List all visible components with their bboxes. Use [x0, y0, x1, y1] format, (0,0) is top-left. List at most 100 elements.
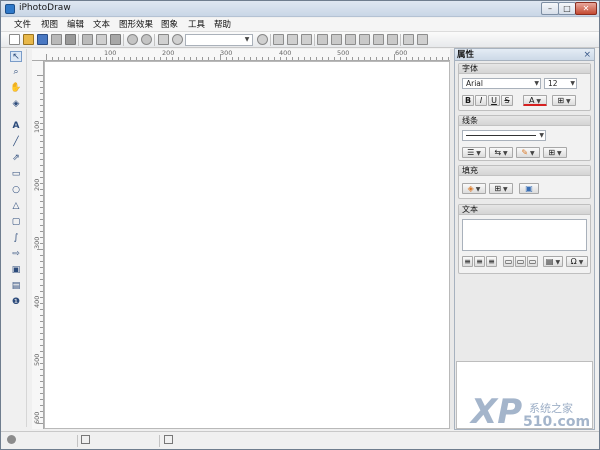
- line-style-select[interactable]: ▼: [462, 130, 546, 141]
- strikethrough-button[interactable]: S: [501, 95, 513, 106]
- text-align-center-button[interactable]: ≡: [474, 256, 485, 267]
- ruler-tick: [40, 147, 43, 148]
- paint-bucket-icon[interactable]: ◈: [10, 99, 22, 110]
- undo-icon[interactable]: [127, 34, 138, 45]
- zoom-tool-icon[interactable]: ⌕: [10, 67, 22, 78]
- select-arrow-icon[interactable]: ↖: [10, 51, 22, 62]
- pan-hand-icon[interactable]: ✋: [10, 83, 22, 94]
- menu-tools[interactable]: 工具: [188, 19, 205, 31]
- ruler-tick: [322, 57, 323, 60]
- underline-button[interactable]: U: [488, 95, 500, 106]
- fill-color-button[interactable]: ◈ ▼: [462, 183, 486, 194]
- zoom-combo[interactable]: ▼: [185, 34, 253, 46]
- group-icon[interactable]: [273, 34, 284, 45]
- ruler-tick: [40, 87, 43, 88]
- ruler-tick: [118, 57, 119, 60]
- text-color-letter: A: [528, 96, 535, 105]
- text-align-left-button[interactable]: ≡: [462, 256, 473, 267]
- xp510-watermark-logo: XP 系统之家 510.com: [471, 394, 591, 438]
- paint-bucket-icon: ◈: [467, 184, 474, 193]
- cut-icon[interactable]: [82, 34, 93, 45]
- text-tool-icon[interactable]: A: [10, 121, 22, 132]
- align-bottom-icon[interactable]: [387, 34, 398, 45]
- italic-button[interactable]: I: [475, 95, 487, 106]
- arrow-style-button[interactable]: ⇆ ▼: [489, 147, 513, 158]
- close-button[interactable]: ✕: [575, 2, 597, 15]
- chevron-down-icon: ▼: [530, 150, 535, 157]
- zoom-in-icon[interactable]: [257, 34, 268, 45]
- copy-icon[interactable]: [96, 34, 107, 45]
- text-valign-middle-button[interactable]: ▭: [515, 256, 526, 267]
- align-top-icon[interactable]: [359, 34, 370, 45]
- ellipse-tool-icon[interactable]: ○: [10, 185, 22, 196]
- menu-help[interactable]: 帮助: [214, 19, 231, 31]
- text-content-field[interactable]: [462, 219, 587, 251]
- ruler-tick: [40, 375, 43, 376]
- properties-panel: 属性 × 字体 Arial ▼ 12 ▼ B I U S A ▼ ⊞ ▼ 线条 …: [454, 48, 595, 430]
- text-align-right-button[interactable]: ≡: [486, 256, 497, 267]
- print-preview-icon[interactable]: [65, 34, 76, 45]
- menu-edit[interactable]: 编辑: [67, 19, 84, 31]
- paste-icon[interactable]: [110, 34, 121, 45]
- text-group: 文本 ≡ ≡ ≡ ▭ ▭ ▭ ▤ ▼ Ω ▼: [458, 204, 591, 274]
- redo-icon[interactable]: [141, 34, 152, 45]
- font-size-value: 12: [548, 79, 558, 88]
- snap-grid-icon[interactable]: [417, 34, 428, 45]
- freehand-tool-icon[interactable]: ∫: [10, 233, 22, 244]
- close-icon[interactable]: ×: [583, 49, 591, 61]
- align-center-icon[interactable]: [331, 34, 342, 45]
- arrow-shape-icon[interactable]: ⇨: [10, 249, 22, 260]
- print-icon[interactable]: [51, 34, 62, 45]
- menu-file[interactable]: 文件: [14, 19, 31, 31]
- chevron-down-icon: ▼: [475, 186, 481, 193]
- text-background-button[interactable]: ⊞ ▼: [552, 95, 576, 106]
- menu-shape-effects[interactable]: 图形效果: [119, 19, 153, 31]
- menu-view[interactable]: 视图: [41, 19, 58, 31]
- callout-tool-icon[interactable]: ▢: [10, 217, 22, 228]
- panel-header: 属性 ×: [455, 49, 594, 61]
- align-right-icon[interactable]: [345, 34, 356, 45]
- fill-pattern-button[interactable]: ⊞ ▼: [489, 183, 513, 194]
- ruler-tick: [418, 57, 419, 60]
- line-color-button[interactable]: ✎ ▼: [516, 147, 540, 158]
- bold-button[interactable]: B: [462, 95, 474, 106]
- line-width-button[interactable]: ☰ ▼: [462, 147, 486, 158]
- toolbar-separator: [270, 34, 271, 46]
- text-color-button[interactable]: A ▼: [523, 95, 547, 106]
- ungroup-icon[interactable]: [287, 34, 298, 45]
- triangle-tool-icon[interactable]: △: [10, 201, 22, 212]
- edit-icon[interactable]: [158, 34, 169, 45]
- minimize-button[interactable]: –: [541, 2, 559, 15]
- save-icon[interactable]: [37, 34, 48, 45]
- status-divider: [77, 435, 78, 447]
- menu-image[interactable]: 图象: [161, 19, 178, 31]
- line-tool-icon[interactable]: ╱: [10, 137, 22, 148]
- fill-image-button[interactable]: ▣: [519, 183, 539, 194]
- panel-title: 属性: [457, 50, 475, 60]
- image-tool-icon[interactable]: ▣: [10, 265, 22, 276]
- ruler-tick: [40, 141, 43, 142]
- zoom-icon[interactable]: [172, 34, 183, 45]
- grid-icon[interactable]: [403, 34, 414, 45]
- insert-symbol-button[interactable]: Ω ▼: [566, 256, 588, 267]
- arrow-tool-icon[interactable]: ⇗: [10, 153, 22, 164]
- font-size-select[interactable]: 12 ▼: [544, 78, 577, 89]
- maximize-button[interactable]: □: [558, 2, 576, 15]
- open-folder-icon[interactable]: [23, 34, 34, 45]
- font-name-select[interactable]: Arial ▼: [462, 78, 541, 89]
- frame-tool-icon[interactable]: ▤: [10, 281, 22, 292]
- select-all-icon[interactable]: [301, 34, 312, 45]
- ruler-tick: [268, 57, 269, 60]
- rectangle-tool-icon[interactable]: ▭: [10, 169, 22, 180]
- text-valign-top-button[interactable]: ▭: [503, 256, 514, 267]
- line-pattern-button[interactable]: ⊞ ▼: [543, 147, 567, 158]
- drawing-canvas[interactable]: [44, 61, 450, 429]
- menu-text[interactable]: 文本: [93, 19, 110, 31]
- text-box-style-button[interactable]: ▤ ▼: [543, 256, 563, 267]
- align-middle-icon[interactable]: [373, 34, 384, 45]
- text-valign-bottom-button[interactable]: ▭: [527, 256, 538, 267]
- toolbar-separator: [314, 34, 315, 46]
- number-stamp-icon[interactable]: ❶: [10, 297, 22, 308]
- new-file-icon[interactable]: [9, 34, 20, 45]
- align-left-icon[interactable]: [317, 34, 328, 45]
